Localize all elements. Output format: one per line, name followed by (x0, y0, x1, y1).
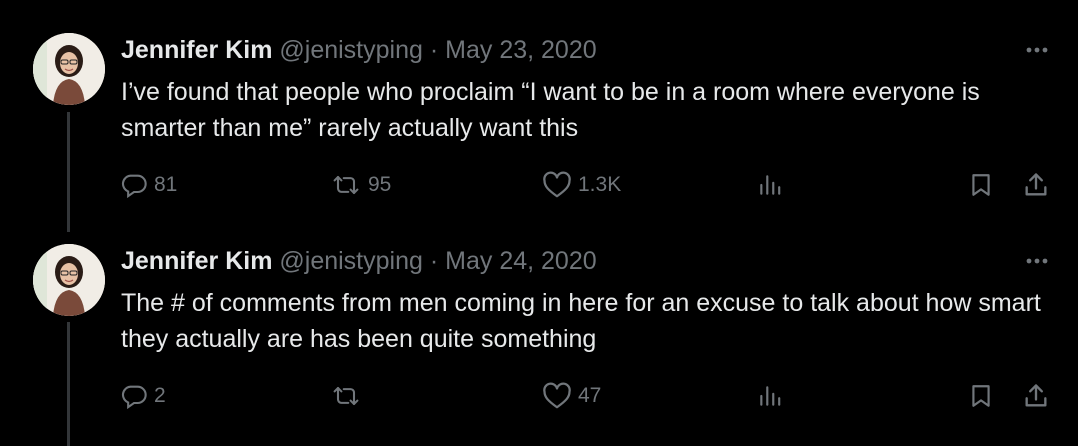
tweet-header: Jennifer Kim @jenistyping · May 23, 2020 (121, 34, 597, 66)
author-handle[interactable]: @jenistyping (279, 247, 423, 275)
reply-icon (120, 382, 148, 410)
share-button[interactable] (1022, 376, 1050, 416)
bookmark-button[interactable] (968, 376, 994, 416)
bookmark-icon (968, 171, 994, 199)
retweet-icon (330, 382, 362, 410)
action-bar: 81 95 1.3K (0, 165, 1078, 205)
avatar-image (33, 244, 105, 316)
bookmark-button[interactable] (968, 165, 994, 205)
retweet-icon (330, 171, 362, 199)
more-icon[interactable] (1022, 249, 1052, 273)
reply-count: 2 (154, 384, 166, 407)
reply-count: 81 (154, 173, 178, 196)
tweet-date[interactable]: May 24, 2020 (445, 247, 597, 275)
avatar[interactable] (33, 244, 105, 316)
tweet[interactable]: Jennifer Kim @jenistyping · May 24, 2020… (0, 211, 1078, 423)
heart-icon (542, 171, 572, 199)
reply-button[interactable]: 2 (120, 376, 166, 416)
tweet[interactable]: Jennifer Kim @jenistyping · May 23, 2020… (0, 0, 1078, 212)
avatar-image (33, 33, 105, 105)
retweet-button[interactable]: 95 (330, 165, 391, 205)
retweet-button[interactable] (330, 376, 368, 416)
action-bar: 2 47 (0, 376, 1078, 416)
share-icon (1022, 171, 1050, 199)
share-icon (1022, 382, 1050, 410)
like-count: 1.3K (578, 173, 622, 196)
separator: · (429, 247, 439, 275)
retweet-count: 95 (368, 173, 392, 196)
tweet-header: Jennifer Kim @jenistyping · May 24, 2020 (121, 245, 597, 277)
analytics-button[interactable] (757, 376, 783, 416)
analytics-icon (757, 382, 783, 410)
reply-button[interactable]: 81 (120, 165, 177, 205)
heart-icon (542, 382, 572, 410)
avatar[interactable] (33, 33, 105, 105)
reply-icon (120, 171, 148, 199)
analytics-button[interactable] (757, 165, 783, 205)
share-button[interactable] (1022, 165, 1050, 205)
like-button[interactable]: 1.3K (542, 165, 621, 205)
author-handle[interactable]: @jenistyping (279, 36, 423, 64)
author-name[interactable]: Jennifer Kim (121, 36, 272, 64)
like-count: 47 (578, 384, 602, 407)
bookmark-icon (968, 382, 994, 410)
separator: · (429, 36, 439, 64)
author-name[interactable]: Jennifer Kim (121, 247, 272, 275)
tweet-text: I’ve found that people who proclaim “I w… (121, 78, 980, 142)
like-button[interactable]: 47 (542, 376, 601, 416)
more-icon[interactable] (1022, 38, 1052, 62)
tweet-date[interactable]: May 23, 2020 (445, 36, 597, 64)
analytics-icon (757, 171, 783, 199)
tweet-text: The # of comments from men coming in her… (121, 289, 1041, 353)
